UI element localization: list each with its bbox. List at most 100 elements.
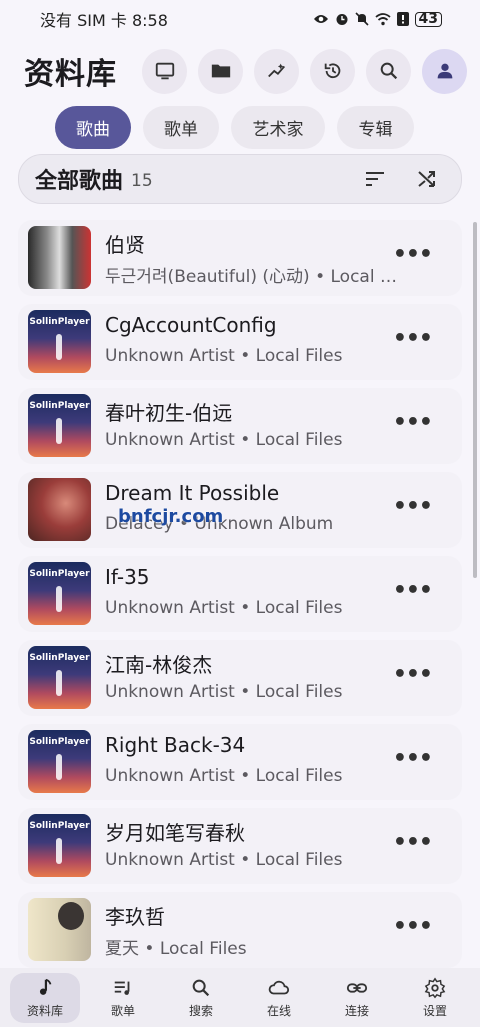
song-list: 伯贤 두근거려(Beautiful) (心动) • Local Files ••… xyxy=(18,220,462,968)
song-title: 春叶初生-伯远 xyxy=(105,401,233,425)
playlist-icon xyxy=(114,981,130,995)
tab-playlists[interactable]: 歌单 xyxy=(143,106,219,149)
album-cover: SollinPlayer xyxy=(28,394,91,457)
tab-songs[interactable]: 歌曲 xyxy=(55,106,131,149)
header-actions xyxy=(142,48,467,94)
cloud-icon xyxy=(268,980,290,995)
music-note-icon xyxy=(39,978,52,995)
song-row[interactable]: 李玖哲 夏天 • Local Files ••• xyxy=(18,892,462,968)
link-icon xyxy=(346,983,368,993)
song-title: 岁月如笔写春秋 xyxy=(105,821,245,845)
more-options-icon[interactable]: ••• xyxy=(393,914,433,939)
album-cover xyxy=(28,478,91,541)
nav-label: 搜索 xyxy=(188,1004,213,1018)
nav-settings[interactable]: 设置 xyxy=(400,973,470,1023)
status-bar: 没有 SIM 卡 8:58 43 xyxy=(0,0,480,38)
wifi-icon xyxy=(374,12,391,26)
alert-icon xyxy=(396,12,409,26)
status-icons: 43 xyxy=(313,11,442,27)
category-tabs: 歌曲 歌单 艺术家 专辑 xyxy=(55,106,414,149)
monitor-icon xyxy=(155,62,174,80)
settings-icon xyxy=(424,977,446,999)
header: 资料库 xyxy=(0,44,480,98)
folder-icon xyxy=(211,64,230,78)
nav-library[interactable]: 资料库 xyxy=(10,973,80,1023)
all-songs-bar: 全部歌曲 15 xyxy=(18,154,462,204)
mute-icon xyxy=(354,12,369,26)
shuffle-icon[interactable] xyxy=(415,167,439,191)
album-cover: SollinPlayer xyxy=(28,730,91,793)
more-options-icon[interactable]: ••• xyxy=(393,578,433,603)
scrollbar[interactable] xyxy=(473,222,477,578)
battery-icon: 43 xyxy=(414,11,442,27)
song-row[interactable]: SollinPlayer Right Back-34 Unknown Artis… xyxy=(18,724,462,800)
tab-artists[interactable]: 艺术家 xyxy=(231,106,325,149)
album-cover: SollinPlayer xyxy=(28,646,91,709)
alarm-icon xyxy=(335,12,349,26)
more-options-icon[interactable]: ••• xyxy=(393,662,433,687)
eye-icon xyxy=(313,13,329,25)
sort-icon[interactable] xyxy=(363,167,387,191)
nav-label: 资料库 xyxy=(26,1004,63,1018)
song-row[interactable]: SollinPlayer CgAccountConfig Unknown Art… xyxy=(18,304,462,380)
trending-icon xyxy=(267,63,285,78)
song-row[interactable]: SollinPlayer 岁月如笔写春秋 Unknown Artist • Lo… xyxy=(18,808,462,884)
album-cover: SollinPlayer xyxy=(28,562,91,625)
song-subtitle: 두근거려(Beautiful) (心动) • Local Files xyxy=(105,267,405,287)
nav-playlists[interactable]: 歌单 xyxy=(88,973,158,1023)
more-options-icon[interactable]: ••• xyxy=(393,746,433,771)
song-subtitle: Unknown Artist • Local Files xyxy=(105,598,343,618)
profile-button[interactable] xyxy=(422,48,467,94)
album-cover xyxy=(28,226,91,289)
song-subtitle: Unknown Artist • Local Files xyxy=(105,430,343,450)
song-title: If-35 xyxy=(105,565,150,589)
song-subtitle: 夏天 • Local Files xyxy=(105,939,247,959)
song-row[interactable]: Dream It Possible Delacey • Unknown Albu… xyxy=(18,472,462,548)
more-options-icon[interactable]: ••• xyxy=(393,494,433,519)
song-title: Right Back-34 xyxy=(105,733,246,757)
song-title: 李玖哲 xyxy=(105,905,165,929)
all-songs-title: 全部歌曲 xyxy=(35,169,124,194)
nav-label: 歌单 xyxy=(110,1004,135,1018)
trending-button[interactable] xyxy=(254,48,299,94)
search-icon xyxy=(380,62,397,80)
song-title: 江南-林俊杰 xyxy=(105,653,213,677)
search-icon xyxy=(192,979,210,997)
history-icon xyxy=(324,63,340,79)
nav-label: 在线 xyxy=(266,1004,291,1018)
song-row[interactable]: SollinPlayer 春叶初生-伯远 Unknown Artist • Lo… xyxy=(18,388,462,464)
folder-button[interactable] xyxy=(198,48,243,94)
profile-icon xyxy=(437,63,452,79)
song-row[interactable]: SollinPlayer If-35 Unknown Artist • Loca… xyxy=(18,556,462,632)
song-row[interactable]: SollinPlayer 江南-林俊杰 Unknown Artist • Loc… xyxy=(18,640,462,716)
album-cover: SollinPlayer xyxy=(28,814,91,877)
more-options-icon[interactable]: ••• xyxy=(393,830,433,855)
nav-label: 设置 xyxy=(422,1004,447,1018)
album-cover: SollinPlayer xyxy=(28,310,91,373)
history-button[interactable] xyxy=(310,48,355,94)
search-button[interactable] xyxy=(366,48,411,94)
album-cover xyxy=(28,898,91,961)
status-carrier-time: 没有 SIM 卡 8:58 xyxy=(40,11,168,30)
song-subtitle: Unknown Artist • Local Files xyxy=(105,766,343,786)
song-title: CgAccountConfig xyxy=(105,313,277,337)
all-songs-actions xyxy=(363,167,439,191)
song-subtitle: Unknown Artist • Local Files xyxy=(105,346,343,366)
nav-search[interactable]: 搜索 xyxy=(166,973,236,1023)
nav-online[interactable]: 在线 xyxy=(244,973,314,1023)
song-count: 15 xyxy=(131,170,153,191)
nav-connect[interactable]: 连接 xyxy=(322,973,392,1023)
song-subtitle: Unknown Artist • Local Files xyxy=(105,850,343,870)
tab-albums[interactable]: 专辑 xyxy=(337,106,414,149)
monitor-button[interactable] xyxy=(142,48,187,94)
more-options-icon[interactable]: ••• xyxy=(393,242,433,267)
song-subtitle: Unknown Artist • Local Files xyxy=(105,682,343,702)
bottom-nav: 资料库 歌单 搜索 在线 连接 设置 xyxy=(0,968,480,1027)
song-title: 伯贤 xyxy=(105,233,145,257)
watermark: bnfcjr.com xyxy=(118,506,224,527)
page-title: 资料库 xyxy=(24,57,117,92)
song-row[interactable]: 伯贤 두근거려(Beautiful) (心动) • Local Files ••… xyxy=(18,220,462,296)
more-options-icon[interactable]: ••• xyxy=(393,410,433,435)
more-options-icon[interactable]: ••• xyxy=(393,326,433,351)
song-title: Dream It Possible xyxy=(105,481,280,505)
